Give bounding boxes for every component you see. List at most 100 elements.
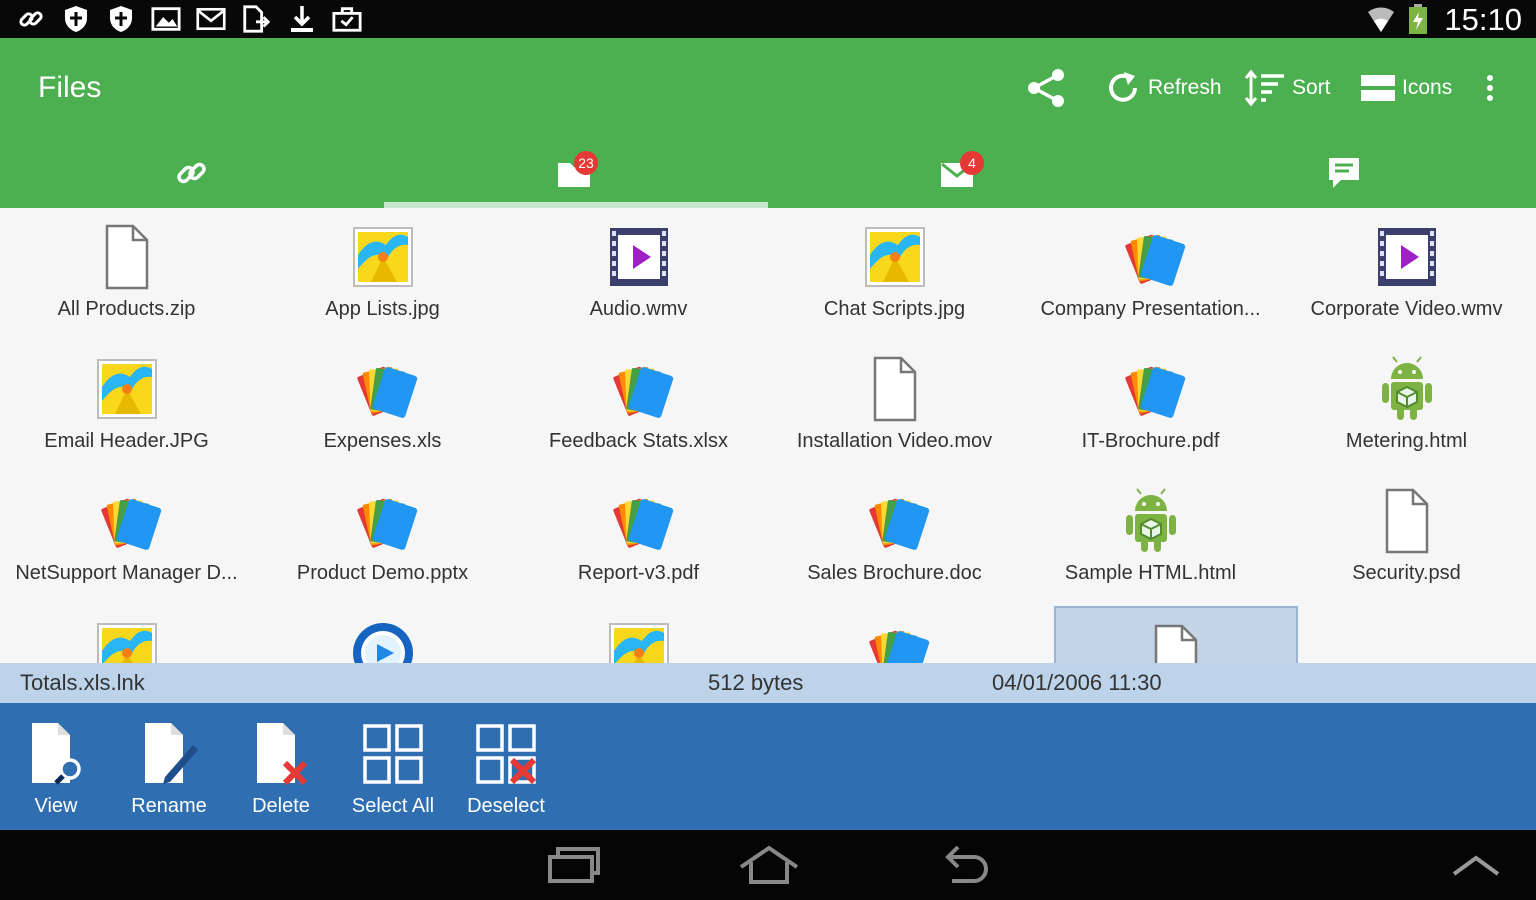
video-file-icon bbox=[604, 222, 674, 292]
file-item[interactable]: Expenses.xls bbox=[254, 340, 511, 472]
file-item[interactable]: Audio.wmv bbox=[510, 208, 767, 340]
blank-file-icon bbox=[92, 222, 162, 292]
wifi-icon bbox=[1366, 4, 1396, 34]
rename-file-icon bbox=[134, 719, 204, 789]
file-item[interactable]: Email Header.JPG bbox=[0, 340, 255, 472]
file-item[interactable]: All Products.zip bbox=[0, 208, 255, 340]
file-name: Sample HTML.html bbox=[1064, 562, 1237, 584]
link-icon bbox=[177, 162, 206, 184]
view-file-icon bbox=[21, 719, 91, 789]
file-item[interactable]: Chat Scripts.jpg bbox=[766, 208, 1023, 340]
image-file-icon bbox=[860, 222, 930, 292]
file-name: Feedback Stats.xlsx bbox=[549, 430, 728, 452]
clock: 15:10 bbox=[1444, 2, 1522, 37]
battery-charging-icon bbox=[1403, 4, 1433, 34]
delete-button[interactable]: Delete bbox=[231, 719, 331, 824]
expand-up-icon bbox=[1452, 855, 1500, 876]
sort-icon bbox=[1244, 69, 1284, 107]
shield-icon bbox=[61, 4, 91, 34]
tab-mail[interactable]: 4 bbox=[768, 138, 1152, 208]
selected-file-date: 04/01/2006 11:30 bbox=[992, 670, 1162, 695]
navigation-bar bbox=[0, 830, 1536, 900]
file-name: Corporate Video.wmv bbox=[1310, 298, 1503, 320]
document-file-icon bbox=[860, 486, 930, 556]
tab-links[interactable] bbox=[0, 138, 384, 208]
file-name: Audio.wmv bbox=[589, 298, 688, 320]
bottom-action-bar: View Rename Delete Select All Deselect bbox=[0, 703, 1536, 830]
briefcase-icon bbox=[332, 4, 362, 34]
selected-file-size: 512 bytes bbox=[708, 670, 804, 695]
media-file-icon bbox=[348, 618, 418, 663]
selection-info-bar: Totals.xls.lnk 512 bytes 04/01/2006 11:3… bbox=[0, 663, 1536, 703]
document-file-icon bbox=[1116, 222, 1186, 292]
document-file-icon bbox=[348, 354, 418, 424]
file-item[interactable] bbox=[510, 604, 767, 663]
tab-bar: 23 4 bbox=[0, 138, 1536, 208]
refresh-icon bbox=[1109, 72, 1137, 102]
file-name: Installation Video.mov bbox=[796, 430, 993, 452]
view-button[interactable]: View bbox=[6, 719, 106, 824]
selected-file-name: Totals.xls.lnk bbox=[20, 670, 145, 695]
file-name: NetSupport Manager D... bbox=[15, 562, 238, 584]
file-item[interactable] bbox=[1054, 606, 1298, 663]
document-file-icon bbox=[604, 354, 674, 424]
rename-button[interactable]: Rename bbox=[119, 719, 219, 824]
refresh-button[interactable]: Refresh bbox=[1104, 64, 1222, 112]
overflow-menu-button[interactable] bbox=[1480, 64, 1500, 112]
file-item[interactable]: Installation Video.mov bbox=[766, 340, 1023, 472]
file-item[interactable] bbox=[0, 604, 255, 663]
document-file-icon bbox=[604, 486, 674, 556]
tab-files[interactable]: 23 bbox=[384, 138, 768, 208]
image-file-icon bbox=[92, 618, 162, 663]
back-icon bbox=[945, 845, 988, 883]
recent-apps-icon bbox=[548, 847, 600, 883]
file-item[interactable]: Security.psd bbox=[1278, 472, 1535, 604]
file-name: Sales Brochure.doc bbox=[807, 562, 982, 584]
tab-chat[interactable] bbox=[1152, 138, 1536, 208]
chat-icon bbox=[1329, 158, 1359, 188]
icons-view-label: Icons bbox=[1402, 76, 1453, 99]
file-item[interactable]: IT-Brochure.pdf bbox=[1022, 340, 1279, 472]
back-button[interactable] bbox=[924, 842, 1004, 888]
sort-button[interactable]: Sort bbox=[1244, 64, 1331, 112]
image-file-icon bbox=[348, 222, 418, 292]
recent-apps-button[interactable] bbox=[534, 842, 614, 888]
file-item[interactable] bbox=[766, 604, 1023, 663]
sort-label: Sort bbox=[1292, 76, 1331, 99]
android-file-icon bbox=[1372, 354, 1442, 424]
select-all-button[interactable]: Select All bbox=[343, 719, 443, 824]
delete-file-icon bbox=[246, 719, 316, 789]
file-item[interactable]: Sales Brochure.doc bbox=[766, 472, 1023, 604]
file-name: Report-v3.pdf bbox=[577, 562, 700, 584]
view-label: View bbox=[34, 795, 78, 817]
file-item[interactable]: NetSupport Manager D... bbox=[0, 472, 255, 604]
delete-label: Delete bbox=[252, 795, 310, 817]
icons-view-button[interactable]: Icons bbox=[1360, 64, 1452, 112]
file-item[interactable]: App Lists.jpg bbox=[254, 208, 511, 340]
file-item[interactable]: Feedback Stats.xlsx bbox=[510, 340, 767, 472]
file-item[interactable]: Sample HTML.html bbox=[1022, 472, 1279, 604]
file-item[interactable]: Corporate Video.wmv bbox=[1278, 208, 1535, 340]
icons-view-icon bbox=[1361, 75, 1395, 101]
deselect-button[interactable]: Deselect bbox=[456, 719, 556, 824]
file-item[interactable]: Product Demo.pptx bbox=[254, 472, 511, 604]
file-item[interactable] bbox=[254, 604, 511, 663]
file-name: Email Header.JPG bbox=[44, 430, 209, 452]
file-item[interactable]: Company Presentation... bbox=[1022, 208, 1279, 340]
home-button[interactable] bbox=[729, 842, 809, 888]
video-file-icon bbox=[1372, 222, 1442, 292]
file-item[interactable]: Metering.html bbox=[1278, 340, 1535, 472]
file-name: Company Presentation... bbox=[1040, 298, 1261, 320]
expand-up-button[interactable] bbox=[1436, 842, 1516, 888]
image-file-icon bbox=[604, 618, 674, 663]
rename-label: Rename bbox=[131, 795, 207, 817]
app-title: Files bbox=[38, 71, 102, 104]
select-all-icon bbox=[358, 719, 428, 789]
share-button[interactable] bbox=[1024, 64, 1068, 112]
file-name: Metering.html bbox=[1345, 430, 1468, 452]
mail-count-badge: 4 bbox=[960, 151, 984, 175]
file-item[interactable]: Report-v3.pdf bbox=[510, 472, 767, 604]
blank-file-icon bbox=[1372, 486, 1442, 556]
mail-icon bbox=[196, 4, 226, 34]
overflow-menu-icon bbox=[1487, 75, 1493, 101]
